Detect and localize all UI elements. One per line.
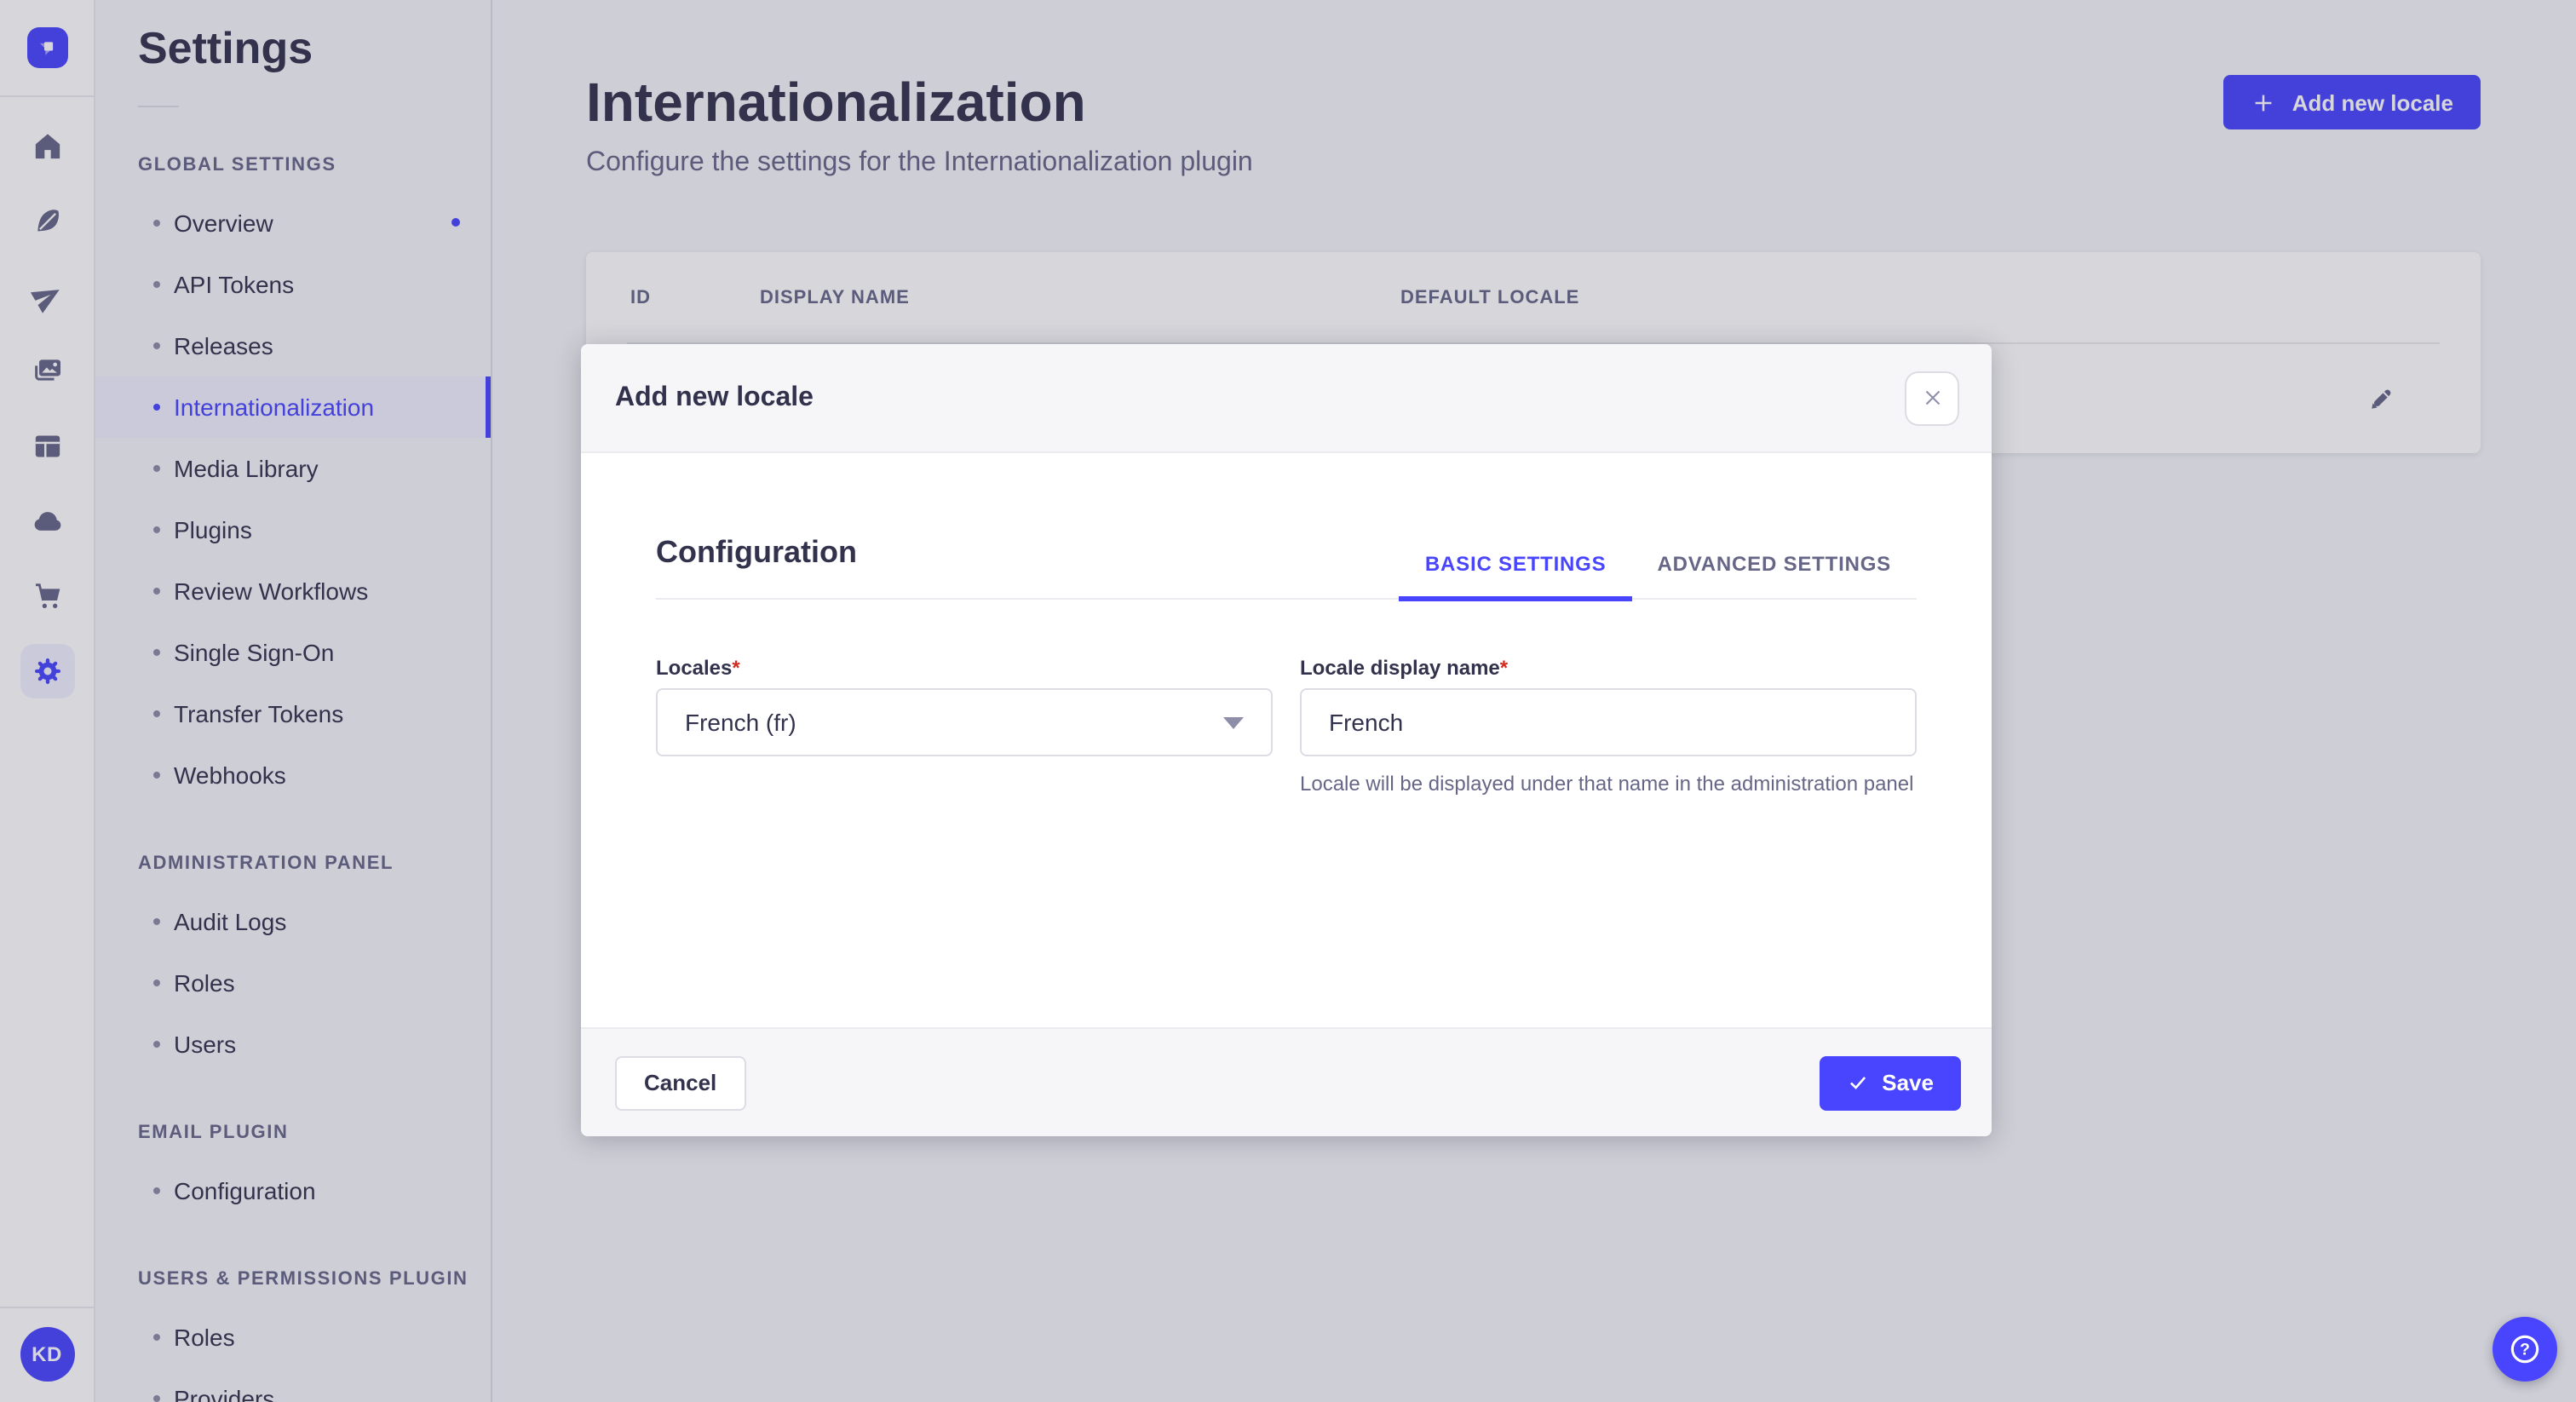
configuration-header: Configuration BASIC SETTINGS ADVANCED SE… [656,535,1917,601]
question-mark-glyph: ? [2520,1342,2530,1359]
close-icon [1924,390,1940,405]
modal-header: Add new locale [581,344,1992,453]
settings-tabs: BASIC SETTINGS ADVANCED SETTINGS [1399,552,1917,601]
save-button[interactable]: Save [1819,1055,1961,1110]
locales-select[interactable]: French (fr) [656,688,1273,756]
form-fields: Locales* French (fr) Locale display name… [656,654,1917,797]
modal-title: Add new locale [615,382,814,411]
cancel-button[interactable]: Cancel [615,1055,746,1110]
strapi-admin-app: KD Settings GLOBAL SETTINGS Overview API… [0,0,2576,1402]
display-name-label-text: Locale display name [1300,656,1500,680]
locale-display-name-input[interactable] [1300,688,1917,756]
modal-footer: Cancel Save [581,1027,1992,1136]
help-icon: ? [2510,1335,2539,1364]
display-name-hint: Locale will be displayed under that name… [1300,772,1914,796]
modal-close-button[interactable] [1905,371,1959,425]
locales-label: Locales* [656,654,1273,681]
display-name-field-group: Locale display name* Locale will be disp… [1300,654,1917,797]
check-icon [1849,1077,1866,1089]
locales-label-text: Locales [656,656,733,680]
configuration-title: Configuration [656,535,857,569]
required-asterisk: * [732,656,740,680]
modal-body: Configuration BASIC SETTINGS ADVANCED SE… [581,535,1992,1027]
locales-field-group: Locales* French (fr) [656,654,1273,797]
help-button[interactable]: ? [2493,1317,2557,1382]
locales-select-value: French (fr) [685,709,796,736]
tab-advanced-settings[interactable]: ADVANCED SETTINGS [1631,552,1917,598]
chevron-down-icon [1223,716,1244,728]
save-button-label: Save [1882,1070,1934,1095]
locale-display-name-label: Locale display name* [1300,654,1917,681]
required-asterisk: * [1499,656,1509,680]
add-locale-modal: Add new locale Configuration BASIC SETTI… [581,344,1992,1136]
tab-basic-settings[interactable]: BASIC SETTINGS [1399,552,1633,601]
